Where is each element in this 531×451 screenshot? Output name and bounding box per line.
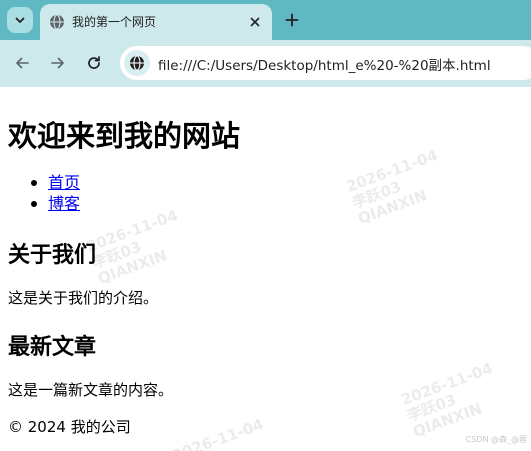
bullet [31,180,37,186]
page-heading: 欢迎来到我的网站 [8,119,241,153]
footer-text: © 2024 我的公司 [8,418,131,436]
about-text: 这是关于我们的介绍。 [8,289,159,307]
bullet [31,201,37,207]
watermark: 2026-11-04 李跃03 QIANXIN [83,206,181,288]
globe-icon [49,14,65,30]
reload-icon[interactable] [83,52,105,74]
watermark: 2026-11-04 [169,415,266,451]
arrow-left-icon[interactable] [11,52,33,74]
address-bar[interactable]: file:///C:/Users/Desktop/html_e%20-%20副本… [120,46,531,80]
nav-item-home: 首页 [28,172,80,193]
about-heading: 关于我们 [8,243,97,268]
url-text: file:///C:/Users/Desktop/html_e%20-%20副本… [158,58,491,74]
chevron-down-icon [14,11,26,30]
browser-toolbar: file:///C:/Users/Desktop/html_e%20-%20副本… [0,40,531,87]
nav-list: 首页 博客 [28,172,80,214]
article-text: 这是一篇新文章的内容。 [8,381,174,399]
watermark: 2026-11-04 李跃03 QIANXIN [398,359,496,441]
site-info-icon[interactable] [124,50,150,76]
csdn-credit: CSDN @森_@蓉 [465,435,527,444]
articles-heading: 最新文章 [8,335,97,360]
close-icon[interactable] [245,12,265,32]
tab-title: 我的第一个网页 [72,15,157,29]
tab-list-button[interactable] [7,7,33,33]
plus-icon[interactable] [282,10,302,30]
nav-link-home[interactable]: 首页 [48,173,80,192]
watermark: 2026-11-04 李跃03 QIANXIN [343,146,441,228]
page-content: 欢迎来到我的网站 首页 博客 关于我们 这是关于我们的介绍。 最新文章 这是一篇… [0,87,531,451]
active-tab[interactable]: 我的第一个网页 [40,4,272,40]
nav-link-blog[interactable]: 博客 [48,194,80,213]
tab-strip: 我的第一个网页 [0,0,531,40]
nav-item-blog: 博客 [28,193,80,214]
arrow-right-icon[interactable] [47,52,69,74]
